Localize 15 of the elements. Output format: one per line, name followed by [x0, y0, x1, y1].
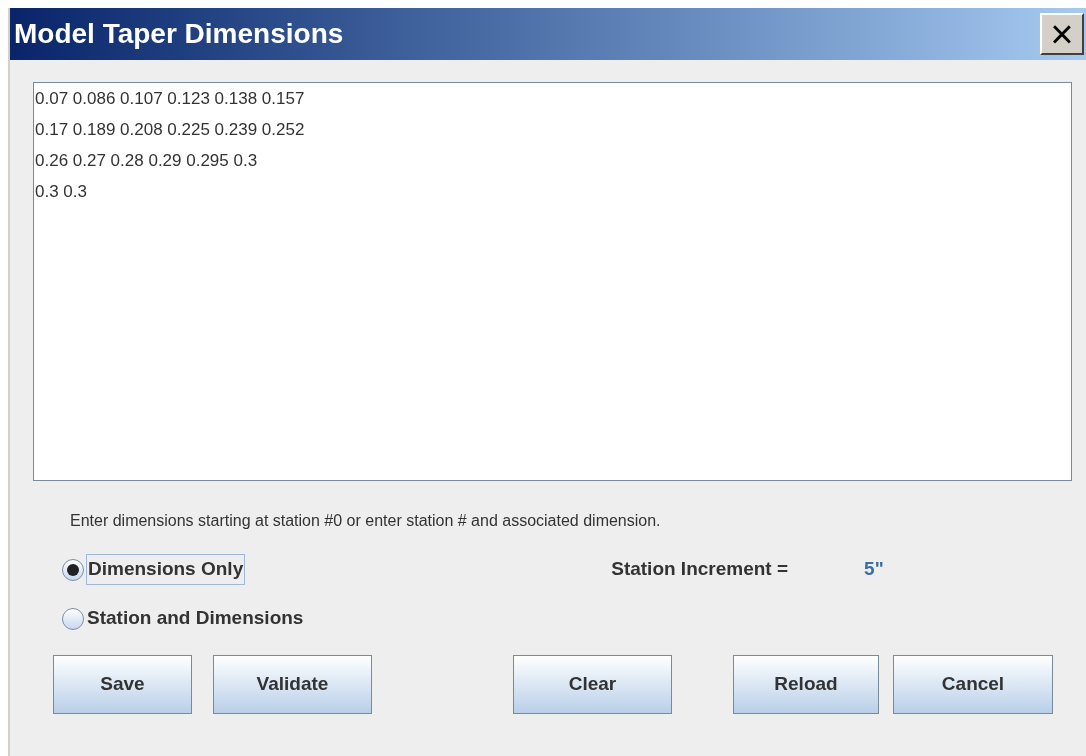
instruction-text: Enter dimensions starting at station #0 or enter station # and associated dimension. — [70, 512, 661, 529]
dialog-button[interactable]: Clear — [513, 655, 672, 714]
text-area[interactable]: 0.07 0.086 0.107 0.123 0.138 0.157 0.17 0.189 0.208 0.225 0.239 0.252 0.26 0.27 0.28 0.29 0.295 0.3 0.3 0.3 — [33, 82, 1072, 481]
radio-label[interactable]: Station and Dimensions — [87, 604, 304, 633]
dialog-button[interactable]: Reload — [733, 655, 879, 714]
window-title: Model Taper Dimensions — [14, 17, 344, 51]
dialog-button[interactable]: Validate — [213, 655, 372, 714]
station-increment-label: Station Increment = — [611, 557, 789, 582]
dialog-button[interactable]: Cancel — [893, 655, 1053, 714]
radio-label[interactable]: Dimensions Only — [86, 554, 246, 585]
dialog-button[interactable]: Save — [53, 655, 192, 714]
radio-button[interactable] — [62, 558, 84, 581]
close-button[interactable]: × — [1040, 13, 1084, 55]
station-increment-value: 5" — [864, 557, 884, 582]
radio-button[interactable] — [62, 607, 84, 630]
